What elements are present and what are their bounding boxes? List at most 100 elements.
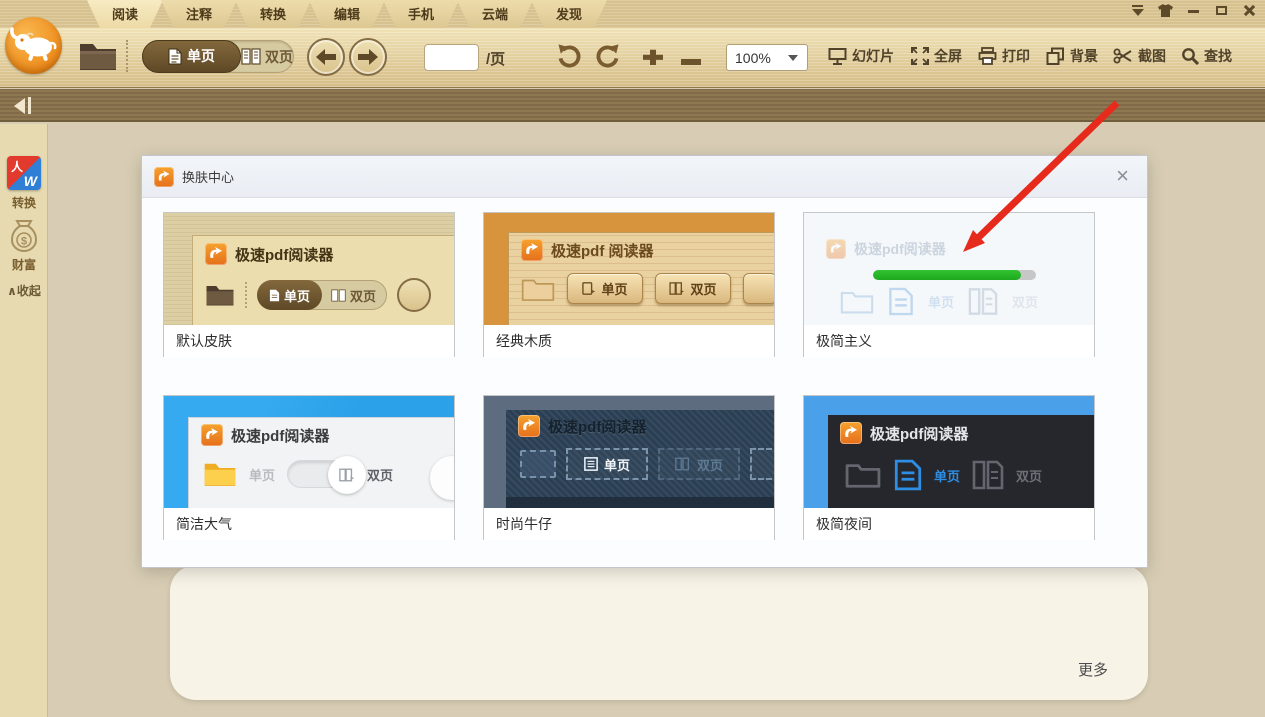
chevron-down-icon [788,54,798,66]
skin-label: 极简主义 [804,325,1094,357]
single-doc-icon [894,459,922,491]
skin-label: 默认皮肤 [164,325,454,357]
skin-card-default[interactable]: 极速pdf阅读器 单页 双页 默认皮肤 [163,212,455,357]
app-logo-elephant [5,17,62,74]
sidebar-wealth-label[interactable]: 财富 [0,256,48,273]
app-mini-logo-icon [518,415,540,437]
scissors-icon [1113,48,1132,64]
skin-label: 经典木质 [484,325,774,357]
app-mini-logo-icon [826,239,846,259]
print-button[interactable]: 打印 [978,46,1030,66]
skin-label: 简洁大气 [164,508,454,540]
app-mini-logo-icon [521,239,543,261]
dialog-title: 换肤中心 [182,170,235,185]
folder-icon [840,292,874,314]
pdf-to-word-icon[interactable]: 人 W [7,156,41,190]
find-button[interactable]: 查找 [1181,46,1232,66]
page-mode-group: 单页 双页 [142,39,294,73]
redo-button[interactable] [596,43,621,73]
toolbar-divider [126,40,128,72]
minimize-button[interactable] [1186,4,1201,17]
previous-page-button[interactable] [307,38,345,76]
money-bag-icon[interactable]: $ [9,218,39,259]
tab-edit[interactable]: 编辑 [309,0,385,28]
skin-shirt-icon[interactable] [1158,4,1173,17]
screenshot-button[interactable]: 截图 [1113,46,1166,66]
folder-icon [206,286,234,306]
double-doc-icon [972,460,1004,490]
svg-text:$: $ [21,236,27,248]
skin-preview-simple: 极速pdf阅读器 单页 双页 [164,396,454,508]
printer-icon [978,47,997,65]
tab-read[interactable]: 阅读 [87,0,163,28]
menu-tab-bar: 阅读 注释 转换 编辑 手机 云端 发现 [0,0,1265,28]
undo-button[interactable] [556,43,581,73]
page-number-input[interactable] [424,44,479,71]
next-page-button[interactable] [349,38,387,76]
single-page-button[interactable]: 单页 [142,39,241,73]
tab-convert[interactable]: 转换 [235,0,311,28]
skin-label: 极简夜间 [804,508,1094,540]
folder-icon [204,463,236,486]
zoom-level-select[interactable]: 100% [726,44,808,71]
skin-preview-night: 极速pdf阅读器 单页 双页 [804,396,1094,508]
document-panel: 更多 [170,565,1148,700]
collapse-toolbar-icon[interactable] [1130,4,1145,17]
skin-card-minimal[interactable]: 极速pdf阅读器 单页 双页 极简主义 [803,212,1095,357]
tab-mobile[interactable]: 手机 [383,0,459,28]
page-unit-label: /页 [486,51,506,68]
single-page-icon [168,48,182,64]
projector-icon [828,47,847,65]
skin-center-dialog: 换肤中心 × 极速pdf阅读器 单页 双页 默认皮肤 极速pdf 阅读器 单页 … [141,155,1148,568]
window-controls [1130,4,1257,17]
skin-preview-denim: 极速pdf阅读器 单页 双页 [484,396,774,508]
skin-card-simple[interactable]: 极速pdf阅读器 单页 双页 简洁大气 [163,395,455,540]
app-mini-logo-icon [201,424,223,446]
single-doc-icon [889,287,913,316]
fullscreen-icon [911,47,929,65]
download-progress-bar [873,270,1036,280]
skin-preview-wood: 极速pdf 阅读器 单页 双页 [484,213,774,325]
tab-annotate[interactable]: 注释 [161,0,237,28]
double-page-icon [339,468,355,482]
background-button[interactable]: 背景 [1046,46,1098,66]
dialog-close-icon[interactable]: × [1116,164,1129,188]
chevron-up-icon: ∧ [7,284,17,298]
skin-card-denim[interactable]: 极速pdf阅读器 单页 双页 时尚牛仔 [483,395,775,540]
dialog-header: 换肤中心 × [142,156,1147,198]
skin-label: 时尚牛仔 [484,508,774,540]
zoom-out-button[interactable] [679,53,703,71]
search-icon [1182,48,1199,65]
app-mini-logo-icon [205,243,227,265]
open-file-folder-icon[interactable] [78,40,118,72]
skin-preview-minimal: 极速pdf阅读器 单页 双页 [804,213,1094,325]
double-doc-icon [968,288,998,315]
double-page-button[interactable]: 双页 [241,40,293,73]
sidebar-convert-label[interactable]: 转换 [0,194,48,211]
skin-card-night[interactable]: 极速pdf阅读器 单页 双页 极简夜间 [803,395,1095,540]
slideshow-button[interactable]: 幻灯片 [828,46,894,66]
page-mode-toggle [287,456,367,494]
fullscreen-button[interactable]: 全屏 [911,46,962,66]
app-mini-logo-icon [840,422,862,444]
download-progress-fill [873,270,1022,280]
collapse-panel-icon[interactable] [14,97,31,114]
skin-card-wood[interactable]: 极速pdf 阅读器 单页 双页 经典木质 [483,212,775,357]
maximize-button[interactable] [1214,4,1229,17]
app-mini-logo-icon [154,166,174,187]
more-skins-link[interactable]: 更多 [1078,659,1108,680]
app-window: 阅读 注释 转换 编辑 手机 云端 发现 单页 双页 /页 100% 幻灯片 全… [0,0,1265,717]
double-page-icon [241,48,261,65]
sidebar-collapse-button[interactable]: ∧收起 [0,282,48,299]
tab-cloud[interactable]: 云端 [457,0,533,28]
close-button[interactable] [1242,4,1257,17]
tab-discover[interactable]: 发现 [531,0,607,28]
zoom-in-button[interactable] [641,48,665,73]
secondary-bar [0,89,1265,122]
skin-preview-default: 极速pdf阅读器 单页 双页 [164,213,454,325]
left-sidebar: 人 W 转换 $ 财富 ∧收起 [0,124,48,717]
folder-icon [845,464,881,488]
layers-icon [1046,47,1064,65]
folder-icon [520,450,556,478]
folder-icon [521,279,555,301]
